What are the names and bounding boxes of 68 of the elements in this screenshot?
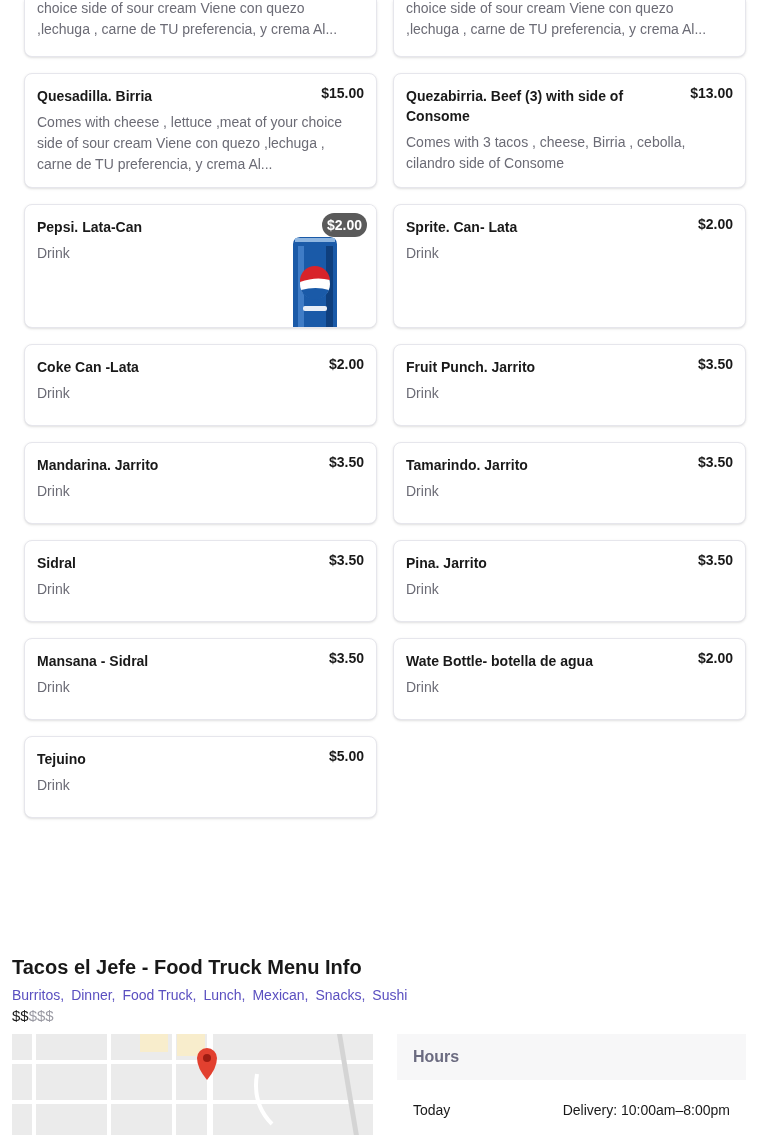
category-link[interactable]: Burritos, [12,986,65,1004]
item-name: Quezabirria. Beef (3) with side of Consome [406,87,625,126]
item-price: $3.50 [328,649,365,667]
item-name: Wate Bottle- botella de agua [406,652,594,671]
category-link[interactable]: Sushi [372,986,408,1004]
menu-item-card[interactable]: Wate Bottle- botella de agua $2.00 Drink [393,638,746,720]
item-price: $2.00 [328,355,365,373]
menu-item-card[interactable]: Fruit Punch. Jarrito $3.50 Drink [393,344,746,426]
item-description: Comes with cheese , lettuce ,meat of your choice side of sour cream Viene con quezo ,lechuga , carne de TU preferencia, y crema Al... [37,113,344,174]
price-level-inactive: $$$ [28,1006,54,1026]
item-description: Drink [406,678,440,697]
item-price: $3.50 [697,453,734,471]
hours-header: Hours [397,1034,746,1080]
menu-item-card[interactable]: Mansana - Sidral $3.50 Drink [24,638,377,720]
item-description: choice side of sour cream Viene con quezo ,lechuga , carne de TU preferencia, y crema Al... [37,0,339,39]
item-name: Sidral [37,554,77,573]
item-price: $5.00 [328,747,365,765]
menu-item-card[interactable]: Quezabirria. Beef (3) with side of Consome $13.00 Comes with 3 tacos , cheese, Birria , cebolla, cilandro side of Consome [393,73,746,188]
item-price: $3.50 [697,355,734,373]
menu-item-card[interactable]: Tejuino $5.00 Drink [24,736,377,818]
item-name: Mansana - Sidral [37,652,150,671]
item-description: Drink [406,482,440,501]
item-name: Tejuino [37,750,87,769]
item-description: Drink [406,244,440,263]
menu-item-card[interactable]: Quesadilla. Birria $15.00 Comes with cheese , lettuce ,meat of your choice side of sour cream Viene con quezo ,lechuga , carne de TU preferencia, y crema Al... [24,73,377,188]
item-description: Drink [37,678,71,697]
menu-item-card[interactable]: choice side of sour cream Viene con quezo ,lechuga , carne de TU preferencia, y crema Al... [24,0,377,57]
item-description: Drink [37,776,71,795]
item-description: Drink [37,482,71,501]
item-price: $3.50 [328,551,365,569]
item-name: Pina. Jarrito [406,554,488,573]
menu-item-card[interactable]: Pepsi. Lata-Can Drink $2.00 [24,204,377,328]
item-price: $3.50 [697,551,734,569]
item-description: Comes with 3 tacos , cheese, Birria , cebolla, cilandro side of Consome [406,133,687,173]
item-description: choice side of sour cream Viene con quezo ,lechuga , carne de TU preferencia, y crema Al... [406,0,708,39]
item-name: Sprite. Can- Lata [406,218,519,237]
menu-item-card[interactable]: choice side of sour cream Viene con quezo ,lechuga , carne de TU preferencia, y crema Al... [393,0,746,57]
item-price: $2.00 [697,649,734,667]
item-price: $3.50 [328,453,365,471]
item-description: Drink [37,580,71,599]
menu-item-card[interactable]: Tamarindo. Jarrito $3.50 Drink [393,442,746,524]
menu-item-card[interactable]: Coke Can -Lata $2.00 Drink [24,344,377,426]
item-name: Tamarindo. Jarrito [406,456,529,475]
item-name: Quesadilla. Birria [37,87,154,106]
hours-times: Delivery: 10:00am–8:00pm [562,1101,730,1119]
category-link[interactable]: Food Truck, [122,986,197,1004]
restaurant-title: Tacos el Jefe - Food Truck Menu Info [12,955,363,980]
item-name: Pepsi. Lata-Can [37,218,144,237]
category-link[interactable]: Mexican, [252,986,309,1004]
item-description: Drink [37,384,71,403]
item-name: Mandarina. Jarrito [37,456,160,475]
item-description: Drink [406,580,440,599]
hours-day: Today [413,1101,451,1119]
item-price: $15.00 [321,84,365,102]
category-link[interactable]: Dinner, [71,986,116,1004]
category-link[interactable]: Snacks, [315,986,366,1004]
price-level-active: $$ [12,1006,29,1026]
menu-item-card[interactable]: Sidral $3.50 Drink [24,540,377,622]
item-description: Drink [37,244,71,263]
item-price: $2.00 [697,215,734,233]
item-price: $13.00 [690,84,734,102]
item-name: Fruit Punch. Jarrito [406,358,537,377]
item-name: Coke Can -Lata [37,358,140,377]
menu-item-card[interactable]: Sprite. Can- Lata $2.00 Drink [393,204,746,328]
menu-item-card[interactable]: Mandarina. Jarrito $3.50 Drink [24,442,377,524]
item-description: Drink [406,384,440,403]
category-link[interactable]: Lunch, [203,986,246,1004]
menu-item-card[interactable]: Pina. Jarrito $3.50 Drink [393,540,746,622]
